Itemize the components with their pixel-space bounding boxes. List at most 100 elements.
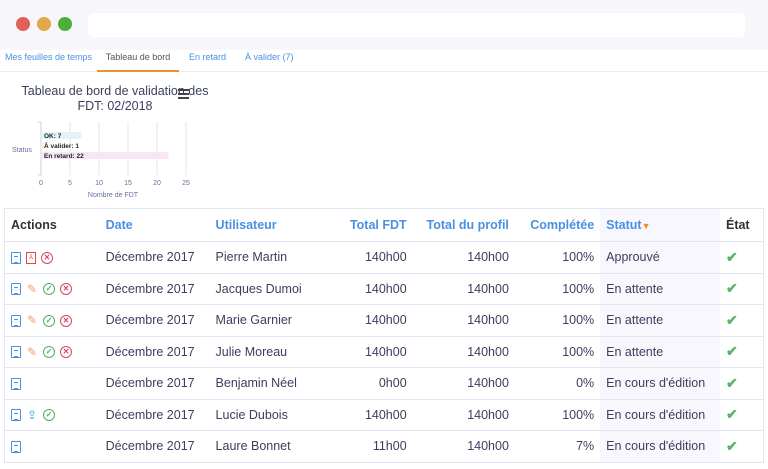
minimize-window-button[interactable]: [37, 17, 51, 31]
user-cell: Marie Garnier: [209, 304, 320, 336]
reject-icon[interactable]: ✕: [60, 283, 72, 296]
column-header-0: Actions: [3, 208, 100, 242]
edit-icon[interactable]: ✎: [26, 314, 38, 327]
column-header-4[interactable]: Total du profil: [412, 208, 515, 242]
state-cell: ✔: [719, 398, 764, 431]
actions-cell: [3, 430, 100, 463]
done-cell: 100%: [514, 272, 601, 305]
user-cell: Julie Moreau: [209, 335, 320, 368]
x-tick-label: 25: [182, 180, 190, 187]
actions-cell: ⇪ ✓: [3, 398, 100, 431]
column-header-6[interactable]: Statut▼: [600, 208, 720, 242]
submit-icon[interactable]: ⇪: [26, 408, 38, 422]
reject-icon[interactable]: ✕: [60, 314, 72, 327]
done-cell: 100%: [514, 304, 601, 336]
actions-cell: [3, 367, 100, 399]
reject-icon[interactable]: ✕: [41, 251, 53, 264]
status-cell: En cours d'édition: [600, 398, 720, 431]
date-cell: Décembre 2017: [99, 367, 210, 399]
approve-icon[interactable]: ✓: [43, 283, 55, 296]
user-cell: Pierre Martin: [209, 241, 320, 273]
tab-a-valider[interactable]: À valider (7): [245, 52, 294, 72]
timesheet-table: Actions Date Utilisateur Total FDT Total du …: [3, 208, 764, 463]
document-icon[interactable]: [11, 346, 21, 359]
table-row: ⇪ ✓ Décembre 2017 Lucie Dubois 140h00 140h00 1…: [3, 398, 764, 431]
state-cell: ✔: [719, 241, 764, 273]
header-label: Utilisateur: [215, 218, 277, 232]
date-cell: Décembre 2017: [99, 335, 210, 368]
header-label: État: [725, 218, 750, 232]
total-cell: 140h00: [319, 398, 413, 431]
profile-cell: 140h00: [412, 335, 515, 368]
document-icon[interactable]: [11, 409, 21, 422]
user-cell: Laure Bonnet: [209, 430, 320, 463]
close-window-button[interactable]: [16, 17, 30, 31]
done-cell: 100%: [514, 335, 601, 368]
header-label: Total du profil: [426, 218, 509, 232]
x-tick-label: 15: [124, 180, 132, 187]
date-cell: Décembre 2017: [99, 272, 210, 305]
check-icon: ✔: [725, 280, 738, 297]
edit-icon[interactable]: ✎: [26, 345, 38, 359]
user-cell: Benjamin Néel: [209, 367, 320, 399]
column-header-5[interactable]: Complétée: [514, 208, 601, 242]
document-icon[interactable]: [11, 440, 21, 453]
status-cell: En attente: [600, 304, 720, 336]
column-header-7: État: [719, 208, 764, 242]
edit-icon[interactable]: ✎: [26, 282, 38, 296]
tab-tableau-de-bord[interactable]: Tableau de bord: [97, 52, 179, 72]
x-tick-label: 5: [68, 180, 72, 187]
status-cell: En attente: [600, 272, 720, 305]
total-cell: 140h00: [319, 304, 413, 336]
total-cell: 140h00: [319, 335, 413, 368]
check-icon: ✔: [725, 343, 738, 360]
done-cell: 100%: [514, 241, 601, 273]
tab-mes-feuilles[interactable]: Mes feuilles de temps: [5, 52, 92, 72]
approve-icon[interactable]: ✓: [43, 409, 55, 422]
status-cell: En attente: [600, 335, 720, 368]
bar-data-label: En retard: 22: [44, 153, 84, 160]
table-row: Décembre 2017 Benjamin Néel 0h00 140h00 0% En…: [3, 367, 764, 399]
profile-cell: 140h00: [412, 272, 515, 305]
table-row: Décembre 2017 Laure Bonnet 11h00 140h00 7% En…: [3, 430, 764, 463]
document-icon[interactable]: [11, 283, 21, 296]
sort-desc-icon[interactable]: ▼: [642, 221, 651, 231]
approve-icon[interactable]: ✓: [43, 346, 55, 359]
done-cell: 7%: [514, 430, 601, 463]
reject-icon[interactable]: ✕: [60, 346, 72, 359]
document-icon[interactable]: [11, 314, 21, 327]
profile-cell: 140h00: [412, 304, 515, 336]
column-header-2[interactable]: Utilisateur: [209, 208, 320, 242]
maximize-window-button[interactable]: [58, 17, 72, 31]
address-bar[interactable]: [88, 13, 745, 37]
check-icon: ✔: [725, 437, 738, 454]
bar-data-label: À valider: 1: [44, 141, 79, 150]
user-cell: Jacques Dumoi: [209, 272, 320, 305]
state-cell: ✔: [719, 430, 764, 463]
total-cell: 0h00: [319, 367, 413, 399]
chart-menu-icon[interactable]: [178, 89, 189, 101]
x-tick-label: 0: [39, 180, 43, 187]
column-header-1[interactable]: Date: [99, 208, 210, 242]
status-cell: En cours d'édition: [600, 430, 720, 463]
approve-icon[interactable]: ✓: [43, 314, 55, 327]
header-label: Statut: [606, 218, 642, 232]
tab-bar: Mes feuilles de temps Tableau de bord En…: [0, 50, 768, 72]
header-label: Date: [105, 218, 133, 232]
column-header-3[interactable]: Total FDT: [319, 208, 413, 242]
header-label: Complétée: [530, 218, 595, 232]
date-cell: Décembre 2017: [99, 241, 210, 273]
tab-en-retard[interactable]: En retard: [189, 52, 226, 72]
x-tick-label: 20: [153, 180, 161, 187]
status-cell: En cours d'édition: [600, 367, 720, 399]
actions-cell: ✎ ✓ ✕: [3, 272, 100, 305]
actions-cell: ✎ ✓ ✕: [3, 335, 100, 368]
state-cell: ✔: [719, 272, 764, 305]
check-icon: ✔: [725, 311, 738, 328]
document-icon[interactable]: [11, 251, 21, 264]
state-cell: ✔: [719, 304, 764, 336]
pdf-icon[interactable]: ⅄: [26, 251, 36, 264]
actions-cell: ⅄ ✕: [3, 241, 100, 273]
profile-cell: 140h00: [412, 367, 515, 399]
document-icon[interactable]: [11, 377, 21, 390]
